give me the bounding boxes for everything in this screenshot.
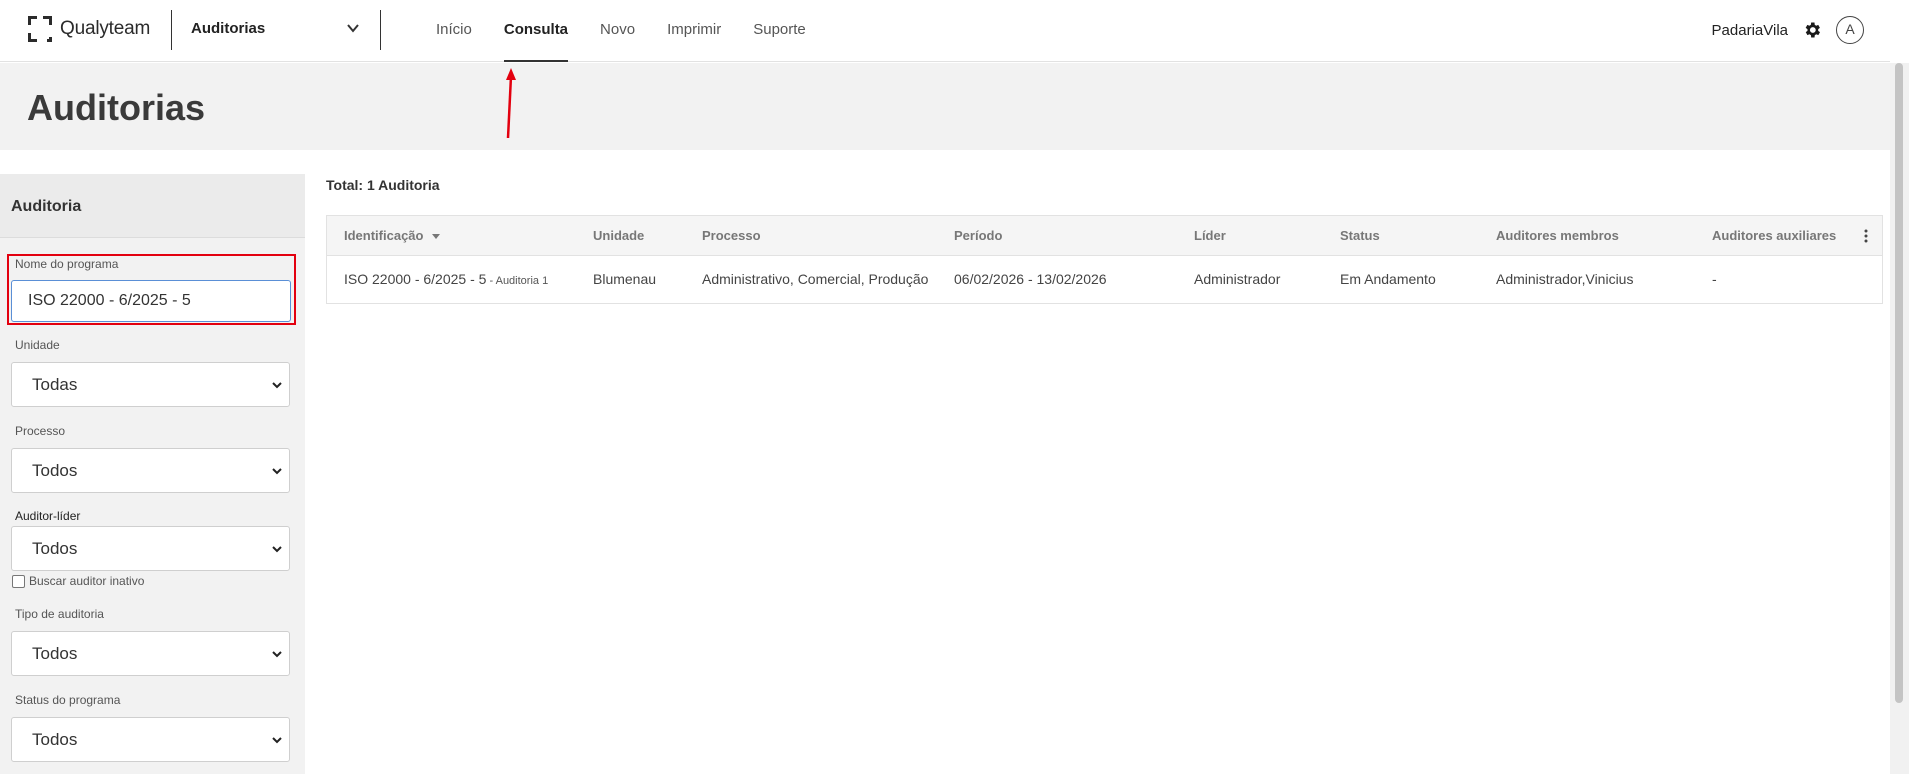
column-header-identification[interactable]: Identificação — [344, 216, 441, 256]
chevron-down-icon — [272, 737, 282, 744]
column-header-label: Identificação — [344, 228, 424, 243]
cell-auxiliaries: - — [1712, 271, 1717, 287]
brand-logo[interactable]: Qualyteam — [28, 16, 150, 42]
chevron-down-icon — [272, 651, 282, 658]
lead-auditor-label: Auditor-líder — [15, 509, 81, 523]
scrollbar-thumb[interactable] — [1895, 63, 1903, 703]
cell-period: 06/02/2026 - 13/02/2026 — [954, 271, 1107, 287]
page-scrollbar[interactable] — [1890, 63, 1909, 774]
chevron-down-icon — [272, 382, 282, 389]
company-name[interactable]: PadariaVila — [1712, 22, 1788, 39]
lead-auditor-select-value: Todos — [32, 539, 78, 558]
top-navigation-bar: Qualyteam Auditorias Início Consulta Nov… — [0, 0, 1890, 62]
results-table: Identificação Unidade Processo Período L… — [326, 215, 1883, 304]
column-header-leader[interactable]: Líder — [1194, 216, 1226, 256]
process-label: Processo — [15, 424, 66, 438]
annotation-arrow-icon — [506, 68, 516, 139]
gear-icon[interactable] — [1802, 20, 1822, 40]
audit-type-label: Tipo de auditoria — [15, 607, 104, 621]
audit-type-select-value: Todos — [32, 644, 78, 663]
nav-suporte[interactable]: Suporte — [737, 0, 822, 62]
inactive-auditor-option: Buscar auditor inativo — [12, 574, 144, 588]
table-row[interactable]: ISO 22000 - 6/2025 - 5 - Auditoria 1 Blu… — [327, 256, 1882, 303]
page-header: Auditorias — [0, 63, 1890, 150]
more-vertical-icon[interactable] — [1864, 229, 1868, 243]
unit-select-value: Todas — [32, 375, 78, 394]
sort-desc-icon[interactable] — [432, 234, 441, 240]
nav-imprimir[interactable]: Imprimir — [651, 0, 737, 62]
identification-text: ISO 22000 - 6/2025 - 5 — [344, 271, 487, 287]
lead-auditor-select[interactable]: Todos — [11, 526, 290, 571]
main-nav: Início Consulta Novo Imprimir Suporte — [420, 0, 822, 62]
nav-consulta[interactable]: Consulta — [488, 0, 584, 62]
column-header-status[interactable]: Status — [1340, 216, 1380, 256]
cell-members: Administrador,Vinicius — [1496, 271, 1634, 287]
page-title: Auditorias — [27, 87, 206, 128]
column-header-auxiliaries[interactable]: Auditores auxiliares — [1712, 216, 1836, 256]
avatar[interactable]: A — [1836, 16, 1864, 44]
chevron-down-icon — [272, 546, 282, 553]
chevron-down-icon — [272, 468, 282, 475]
user-area: PadariaVila A — [1712, 16, 1864, 44]
module-selector-label[interactable]: Auditorias — [191, 20, 265, 37]
nav-novo[interactable]: Novo — [584, 0, 651, 62]
results-total: Total: 1 Auditoria — [326, 177, 440, 193]
inactive-auditor-checkbox[interactable] — [12, 574, 25, 588]
divider — [171, 10, 172, 50]
unit-label: Unidade — [15, 338, 60, 352]
table-header: Identificação Unidade Processo Período L… — [327, 216, 1882, 256]
program-status-label: Status do programa — [15, 693, 121, 707]
filter-header: Auditoria — [0, 174, 305, 238]
divider — [380, 10, 381, 50]
identification-suffix: - Auditoria 1 — [486, 275, 549, 287]
process-select[interactable]: Todos — [11, 448, 290, 493]
cell-unit: Blumenau — [593, 271, 657, 287]
cell-leader: Administrador — [1194, 271, 1281, 287]
column-header-period[interactable]: Período — [954, 216, 1002, 256]
audit-type-select[interactable]: Todos — [11, 631, 290, 676]
column-header-members[interactable]: Auditores membros — [1496, 216, 1619, 256]
brand-name: Qualyteam — [60, 18, 151, 39]
nav-inicio[interactable]: Início — [420, 0, 488, 62]
unit-select[interactable]: Todas — [11, 362, 290, 407]
cell-identification[interactable]: ISO 22000 - 6/2025 - 5 - Auditoria 1 — [344, 256, 548, 305]
process-select-value: Todos — [32, 461, 78, 480]
cell-status: Em Andamento — [1340, 271, 1436, 287]
column-header-unit[interactable]: Unidade — [593, 216, 644, 256]
qualyteam-logo-icon — [28, 16, 52, 42]
inactive-auditor-checkbox-label[interactable]: Buscar auditor inativo — [29, 574, 144, 588]
program-name-input[interactable]: ISO 22000 - 6/2025 - 5 — [11, 280, 291, 322]
program-status-select-value: Todos — [32, 730, 78, 749]
column-header-process[interactable]: Processo — [702, 216, 761, 256]
cell-process: Administrativo, Comercial, Produção — [702, 271, 929, 287]
chevron-down-icon[interactable] — [345, 20, 361, 36]
program-status-select[interactable]: Todos — [11, 717, 290, 762]
